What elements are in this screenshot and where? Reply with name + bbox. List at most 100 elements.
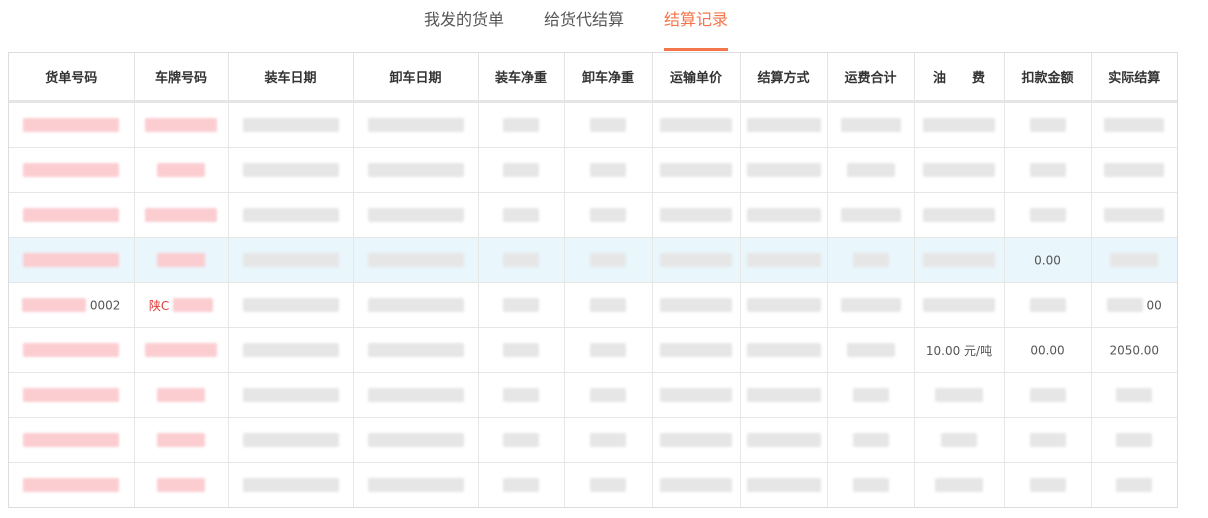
redacted-block <box>23 478 120 493</box>
cell-unit-price <box>652 282 741 328</box>
redacted-block <box>503 478 539 493</box>
col-header-order-no: 货单号码 <box>9 53 135 103</box>
cell-settle-method <box>740 101 828 148</box>
cell-deduction: 00.00 <box>1004 327 1092 373</box>
cell-load-date <box>228 101 354 148</box>
col-header-settle-method: 结算方式 <box>740 53 828 103</box>
cell-actual-settle <box>1091 101 1177 148</box>
redacted-block <box>242 343 339 358</box>
redacted-block <box>367 388 464 403</box>
redacted-block <box>23 343 120 358</box>
cell-actual-settle <box>1091 463 1177 508</box>
redacted-block <box>852 433 889 448</box>
redacted-block <box>145 118 217 133</box>
redacted-block <box>923 118 995 133</box>
cell-unload-weight <box>564 147 653 193</box>
redacted-block <box>1116 433 1153 448</box>
redacted-block <box>1106 298 1143 313</box>
redacted-block <box>746 388 821 403</box>
cell-order-no <box>9 372 135 418</box>
redacted-block <box>1029 208 1066 223</box>
redacted-block <box>22 298 87 313</box>
cell-freight-total <box>827 282 915 328</box>
redacted-block <box>367 343 464 358</box>
redacted-block <box>660 388 732 403</box>
redacted-block <box>935 388 983 403</box>
redacted-block <box>157 163 205 178</box>
table-row-highlighted[interactable]: 0.00 <box>9 237 1177 283</box>
table-row[interactable] <box>9 372 1177 418</box>
cell-plate-no: 陕C <box>134 282 229 328</box>
deduction-value: 00.00 <box>1030 343 1065 358</box>
redacted-block <box>242 478 339 493</box>
redacted-block <box>503 163 539 178</box>
cell-load-date <box>228 147 354 193</box>
settlement-table: 货单号码 车牌号码 装车日期 卸车日期 装车净重 卸车净重 运输单价 结算方式 … <box>8 52 1178 508</box>
cell-fuel <box>914 417 1005 463</box>
tab-my-orders[interactable]: 我发的货单 <box>424 0 504 52</box>
cell-load-weight <box>478 101 565 148</box>
redacted-block <box>746 118 821 133</box>
tab-settle-forwarder[interactable]: 给货代结算 <box>544 0 624 52</box>
cell-unload-weight <box>564 282 653 328</box>
redacted-block <box>923 298 995 313</box>
cell-load-date <box>228 327 354 373</box>
plate-prefix: 陕C <box>148 298 170 313</box>
redacted-block <box>23 163 120 178</box>
table-row[interactable] <box>9 417 1177 463</box>
redacted-block <box>1029 478 1066 493</box>
cell-actual-settle <box>1091 372 1177 418</box>
redacted-block <box>660 298 732 313</box>
redacted-block <box>590 478 626 493</box>
redacted-block <box>660 253 732 268</box>
cell-deduction <box>1004 282 1092 328</box>
table-row[interactable] <box>9 101 1177 148</box>
redacted-block <box>923 253 995 268</box>
redacted-block <box>590 118 626 133</box>
redacted-block <box>1104 208 1165 223</box>
col-header-deduction: 扣款金额 <box>1004 53 1092 103</box>
redacted-block <box>1104 163 1165 178</box>
table-row[interactable]: 0002 陕C 00 <box>9 282 1177 328</box>
cell-deduction: 0.00 <box>1004 237 1092 283</box>
table-row[interactable] <box>9 192 1177 238</box>
redacted-block <box>746 253 821 268</box>
redacted-block <box>503 433 539 448</box>
redacted-block <box>157 253 205 268</box>
table-row[interactable] <box>9 462 1177 508</box>
redacted-block <box>660 343 732 358</box>
tab-settlement-records[interactable]: 结算记录 <box>664 0 729 52</box>
cell-settle-method <box>740 147 828 193</box>
cell-plate-no <box>134 237 229 283</box>
actual-settle-value: 2050.00 <box>1109 343 1160 358</box>
redacted-block <box>852 253 889 268</box>
redacted-block <box>145 208 217 223</box>
cell-unload-weight <box>564 462 653 507</box>
cell-load-date <box>228 237 354 283</box>
cell-deduction <box>1004 192 1092 238</box>
redacted-block <box>590 253 626 268</box>
cell-load-weight <box>478 417 565 463</box>
cell-freight-total <box>827 237 915 283</box>
cell-fuel <box>914 101 1005 148</box>
col-header-load-weight: 装车净重 <box>478 53 565 103</box>
redacted-block <box>367 208 464 223</box>
redacted-block <box>242 118 339 133</box>
cell-plate-no <box>134 147 229 193</box>
cell-deduction <box>1004 462 1092 507</box>
redacted-block <box>157 478 205 493</box>
cell-fuel <box>914 372 1005 418</box>
redacted-block <box>590 343 626 358</box>
cell-unload-date <box>353 192 479 238</box>
redacted-block <box>367 433 464 448</box>
col-header-load-date: 装车日期 <box>228 53 354 103</box>
table-row[interactable]: 10.00 元/吨 00.00 2050.00 <box>9 327 1177 373</box>
cell-deduction <box>1004 147 1092 193</box>
cell-unload-weight <box>564 237 653 283</box>
redacted-block <box>242 298 339 313</box>
table-row[interactable] <box>9 147 1177 193</box>
order-no-tail: 0002 <box>89 298 121 313</box>
cell-plate-no <box>134 372 229 418</box>
redacted-block <box>590 163 626 178</box>
cell-unload-date <box>353 237 479 283</box>
